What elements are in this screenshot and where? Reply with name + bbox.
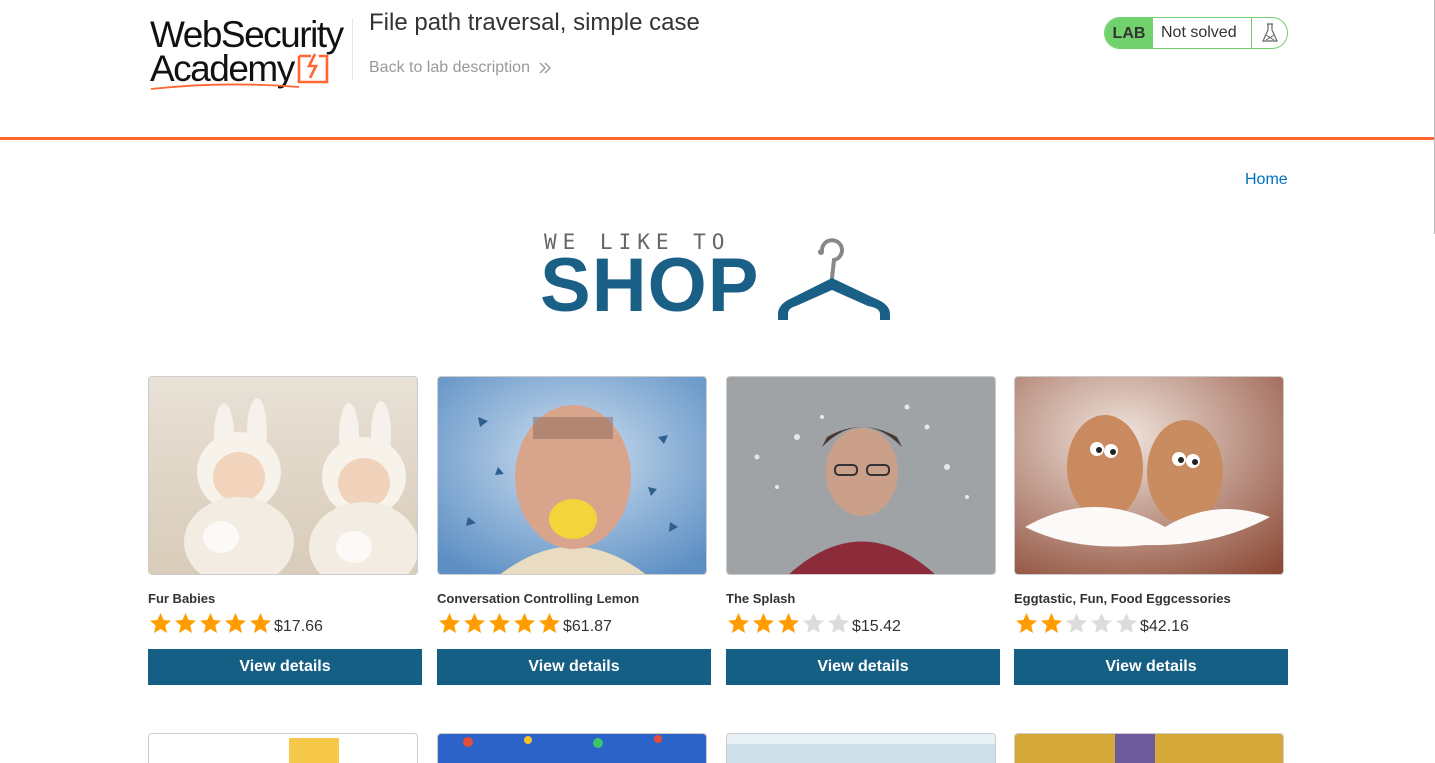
star-filled-icon bbox=[250, 613, 271, 633]
star-empty-icon bbox=[828, 613, 849, 633]
star-filled-icon bbox=[728, 613, 749, 633]
view-details-button[interactable]: View details bbox=[437, 649, 711, 685]
product-rating bbox=[726, 612, 851, 634]
view-details-button[interactable]: View details bbox=[1014, 649, 1288, 685]
star-filled-icon bbox=[753, 613, 774, 633]
lab-status-text: Not solved bbox=[1161, 24, 1237, 41]
star-filled-icon bbox=[464, 613, 485, 633]
star-empty-icon bbox=[1091, 613, 1112, 633]
shop-banner: WE LIKE TO SHOP bbox=[540, 228, 900, 328]
flask-icon[interactable] bbox=[1251, 18, 1287, 48]
product-price: $42.16 bbox=[1140, 618, 1189, 635]
star-filled-icon bbox=[225, 613, 246, 633]
product-name: Fur Babies bbox=[148, 591, 216, 606]
star-filled-icon bbox=[489, 613, 510, 633]
home-link[interactable]: Home bbox=[1245, 171, 1288, 189]
product-rating bbox=[1014, 612, 1139, 634]
star-empty-icon bbox=[803, 613, 824, 633]
product-name: The Splash bbox=[726, 591, 796, 606]
view-details-button[interactable]: View details bbox=[148, 649, 422, 685]
star-filled-icon bbox=[514, 613, 535, 633]
star-filled-icon bbox=[439, 613, 460, 633]
star-filled-icon bbox=[175, 613, 196, 633]
star-filled-icon bbox=[150, 613, 171, 633]
coat-hanger-icon bbox=[778, 238, 890, 320]
view-details-button[interactable]: View details bbox=[726, 649, 1000, 685]
double-chevron-right-icon bbox=[539, 62, 551, 74]
star-filled-icon bbox=[539, 613, 560, 633]
product-price: $17.66 bbox=[274, 618, 323, 635]
lab-status-widget: LAB Not solved bbox=[1104, 17, 1288, 49]
product-price: $15.42 bbox=[852, 618, 901, 635]
back-link-label: Back to lab description bbox=[369, 59, 530, 76]
product-price: $61.87 bbox=[563, 618, 612, 635]
academy-logo[interactable]: WebSecurity Academy bbox=[150, 14, 350, 90]
star-filled-icon bbox=[778, 613, 799, 633]
product-image-partial[interactable] bbox=[1014, 733, 1284, 763]
product-image-eggs[interactable] bbox=[1014, 376, 1284, 575]
product-image-fur-babies[interactable] bbox=[148, 376, 418, 575]
product-image-splash[interactable] bbox=[726, 376, 996, 575]
star-filled-icon bbox=[1041, 613, 1062, 633]
product-name: Eggtastic, Fun, Food Eggcessories bbox=[1014, 591, 1231, 606]
back-to-lab-description-link[interactable]: Back to lab description bbox=[369, 59, 552, 77]
product-image-partial[interactable] bbox=[148, 733, 418, 763]
product-image-partial[interactable] bbox=[437, 733, 707, 763]
star-empty-icon bbox=[1066, 613, 1087, 633]
star-filled-icon bbox=[200, 613, 221, 633]
logo-underline-swoosh bbox=[150, 83, 300, 90]
lab-title: File path traversal, simple case bbox=[369, 9, 700, 36]
banner-headline: SHOP bbox=[540, 243, 760, 328]
product-rating bbox=[437, 612, 562, 634]
lab-header: WebSecurity Academy File path traversal,… bbox=[0, 0, 1435, 140]
logo-lightning-icon bbox=[297, 53, 329, 84]
lab-status-badge: LAB bbox=[1105, 18, 1153, 48]
product-image-partial[interactable] bbox=[726, 733, 996, 763]
product-name: Conversation Controlling Lemon bbox=[437, 591, 640, 606]
product-rating bbox=[148, 612, 273, 634]
header-divider bbox=[352, 18, 353, 80]
product-image-lemon[interactable] bbox=[437, 376, 707, 575]
star-filled-icon bbox=[1016, 613, 1037, 633]
star-empty-icon bbox=[1116, 613, 1137, 633]
